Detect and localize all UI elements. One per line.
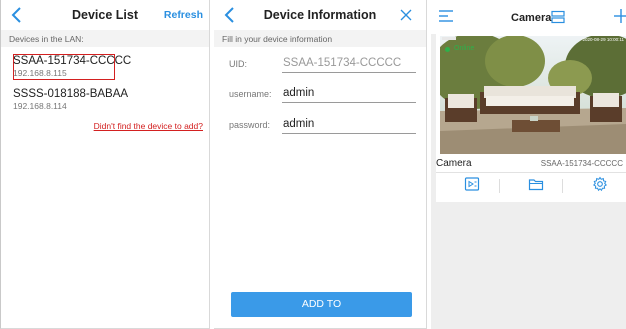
camera-name: Camera bbox=[436, 158, 472, 169]
device-info-panel: Device Information Fill in your device i… bbox=[214, 0, 427, 329]
online-status: Online bbox=[454, 45, 475, 52]
device-not-found-link[interactable]: Didn't find the device to add? bbox=[94, 121, 203, 131]
device-name: SSAA-151734-CCCCC bbox=[13, 55, 132, 67]
settings-icon[interactable] bbox=[592, 176, 608, 192]
password-label: password: bbox=[229, 120, 271, 130]
lan-section-label: Devices in the LAN: bbox=[1, 30, 209, 47]
device-list-panel: Device List Refresh Devices in the LAN: … bbox=[0, 0, 210, 329]
uid-row: UID: bbox=[214, 53, 426, 75]
page-title: Device Information bbox=[263, 8, 377, 22]
device-name: SSSS-018188-BABAA bbox=[13, 88, 129, 100]
channel-badge bbox=[442, 37, 456, 40]
menu-icon[interactable] bbox=[439, 10, 453, 22]
add-icon[interactable] bbox=[612, 8, 626, 24]
folder-icon[interactable] bbox=[528, 176, 544, 192]
action-separator bbox=[499, 179, 500, 193]
camera-panel: Camera 2020-08-29 10:00:11 Online Camera… bbox=[431, 0, 626, 329]
camera-snapshot-image bbox=[440, 36, 626, 154]
camera-header: Camera bbox=[431, 0, 626, 34]
device-list-header: Device List Refresh bbox=[1, 0, 209, 30]
card-divider bbox=[436, 172, 626, 173]
device-list-item[interactable]: SSSS-018188-BABAA 192.168.8.114 bbox=[13, 88, 201, 112]
page-title: Camera bbox=[511, 12, 552, 24]
password-row: password: bbox=[214, 114, 426, 136]
device-ip: 192.168.8.115 bbox=[13, 68, 67, 78]
online-dot-icon bbox=[445, 47, 450, 52]
uid-field[interactable] bbox=[282, 53, 416, 73]
password-field[interactable] bbox=[282, 114, 416, 134]
camera-uid: SSAA-151734-CCCCC bbox=[540, 159, 623, 168]
device-ip: 192.168.8.114 bbox=[13, 101, 67, 111]
camera-card[interactable]: 2020-08-29 10:00:11 Online Camera SSAA-1… bbox=[436, 34, 626, 202]
uid-label: UID: bbox=[229, 59, 247, 69]
close-icon[interactable] bbox=[400, 9, 412, 21]
username-field[interactable] bbox=[282, 83, 416, 103]
action-separator bbox=[562, 179, 563, 193]
device-info-header: Device Information bbox=[214, 0, 426, 30]
device-list-item[interactable]: SSAA-151734-CCCCC 192.168.8.115 bbox=[13, 55, 201, 79]
timestamp-overlay: 2020-08-29 10:00:11 bbox=[582, 37, 624, 42]
refresh-button[interactable]: Refresh bbox=[164, 9, 203, 21]
add-to-button[interactable]: ADD TO bbox=[231, 292, 412, 317]
camera-preview[interactable]: 2020-08-29 10:00:11 Online bbox=[440, 36, 626, 154]
fill-info-label: Fill in your device information bbox=[214, 30, 426, 47]
username-row: username: bbox=[214, 83, 426, 105]
username-label: username: bbox=[229, 89, 272, 99]
layout-icon[interactable] bbox=[551, 10, 565, 24]
playback-icon[interactable] bbox=[464, 176, 480, 192]
